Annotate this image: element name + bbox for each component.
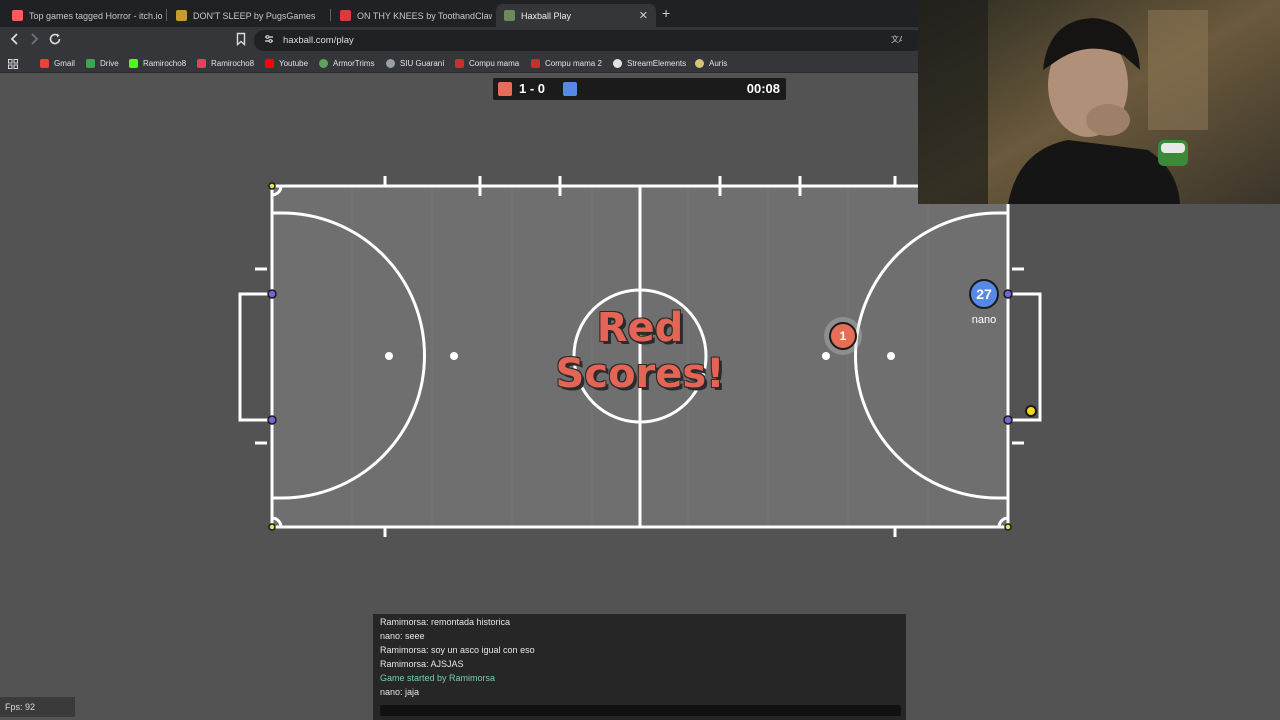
back-arrow-icon[interactable] <box>9 32 21 49</box>
kick-icon <box>129 59 138 68</box>
site-info-icon[interactable] <box>264 34 274 47</box>
bookmark-drive[interactable]: Drive <box>86 57 119 70</box>
tab-label: ON THY KNEES by ToothandClaw <box>357 10 492 21</box>
bookmark-compu-mama[interactable]: Compu mama <box>455 57 519 70</box>
bookmark-icon[interactable] <box>236 32 246 49</box>
red-player: 1 <box>829 322 857 350</box>
bookmark-ramirocho8-instagram[interactable]: Ramirocho8 <box>197 57 254 70</box>
bookmark-label: Youtube <box>279 59 309 68</box>
tab-label: Top games tagged Horror - itch.io <box>29 10 163 21</box>
fps-counter: Fps: 92 <box>0 697 75 717</box>
itch-favicon-icon <box>12 10 23 21</box>
apps-grid-icon[interactable] <box>8 57 18 70</box>
bookmark-ramirocho8-kick[interactable]: Ramirocho8 <box>129 57 186 70</box>
reload-icon[interactable] <box>48 32 62 49</box>
gmail-icon <box>40 59 49 68</box>
chat-message: nano: seee <box>380 631 425 641</box>
compu-mama-icon <box>531 59 540 68</box>
tab-label: DON'T SLEEP by PugsGames <box>193 10 316 21</box>
ball <box>1025 405 1037 417</box>
address-bar[interactable]: haxball.com/play 文A <box>254 30 924 51</box>
tab-itch-horror[interactable]: Top games tagged Horror - itch.io <box>4 4 164 27</box>
url-text: haxball.com/play <box>283 35 354 46</box>
globe-icon <box>386 59 395 68</box>
bookmark-gmail[interactable]: Gmail <box>40 57 75 70</box>
bookmark-label: SIU Guaraní <box>400 59 445 68</box>
toothandclaw-favicon-icon <box>340 10 351 21</box>
streamelements-icon <box>613 59 622 68</box>
instagram-icon <box>197 59 206 68</box>
bookmark-label: Drive <box>100 59 119 68</box>
armortrims-icon <box>319 59 328 68</box>
bookmark-label: Ramirocho8 <box>211 59 255 68</box>
bookmark-label: Compu mama <box>469 59 520 68</box>
haxball-favicon-icon <box>504 10 515 21</box>
webcam-feed-image <box>918 0 1280 204</box>
bookmark-label: Auris <box>709 59 728 68</box>
chat-message: Ramimorsa: remontada historica <box>380 617 511 627</box>
chat-box: Ramimorsa: remontada historica nano: see… <box>373 614 906 720</box>
forward-arrow-icon[interactable] <box>28 32 40 49</box>
chat-message: Ramimorsa: soy un asco igual con eso <box>380 645 535 655</box>
bookmark-youtube[interactable]: Youtube <box>265 57 308 70</box>
tab-haxball-play[interactable]: Haxball Play ✕ <box>496 4 656 27</box>
webcam-overlay <box>918 0 1280 204</box>
bookmark-label: ArmorTrims <box>333 59 375 68</box>
bookmark-armortrims[interactable]: ArmorTrims <box>319 57 374 70</box>
bookmark-label: Compu mama 2 <box>545 59 602 68</box>
pugsgames-favicon-icon <box>176 10 187 21</box>
bookmark-auris[interactable]: Auris <box>695 57 727 70</box>
new-tab-button[interactable]: + <box>662 5 670 21</box>
chat-message: Ramimorsa: AJSJAS <box>380 659 464 669</box>
chat-input[interactable] <box>380 705 901 716</box>
tab-label: Haxball Play <box>521 10 572 21</box>
translate-icon[interactable]: 文A <box>891 34 905 47</box>
bookmark-siu-guarani[interactable]: SIU Guaraní <box>386 57 444 70</box>
bookmark-label: StreamElements <box>627 59 687 68</box>
compu-mama-icon <box>455 59 464 68</box>
bookmark-streamelements[interactable]: StreamElements <box>613 57 686 70</box>
auris-icon <box>695 59 704 68</box>
blue-player: 27 <box>969 279 999 309</box>
goal-message-line2: Scores! <box>555 351 725 397</box>
close-tab-icon[interactable]: ✕ <box>629 9 648 22</box>
bookmark-compu-mama-2[interactable]: Compu mama 2 <box>531 57 602 70</box>
tab-on-thy-knees[interactable]: ON THY KNEES by ToothandClaw <box>332 4 492 27</box>
blue-player-name: nano <box>971 314 997 326</box>
svg-text:文A: 文A <box>891 34 902 44</box>
chat-system-message: Game started by Ramimorsa <box>380 673 496 683</box>
bookmark-label: Gmail <box>54 59 75 68</box>
youtube-icon <box>265 59 274 68</box>
tab-dont-sleep[interactable]: DON'T SLEEP by PugsGames <box>168 4 328 27</box>
goal-announcement: Red Scores! <box>500 305 780 397</box>
goal-message-line1: Red <box>596 305 684 351</box>
drive-icon <box>86 59 95 68</box>
bookmark-label: Ramirocho8 <box>143 59 187 68</box>
chat-message: nano: jaja <box>380 687 420 697</box>
